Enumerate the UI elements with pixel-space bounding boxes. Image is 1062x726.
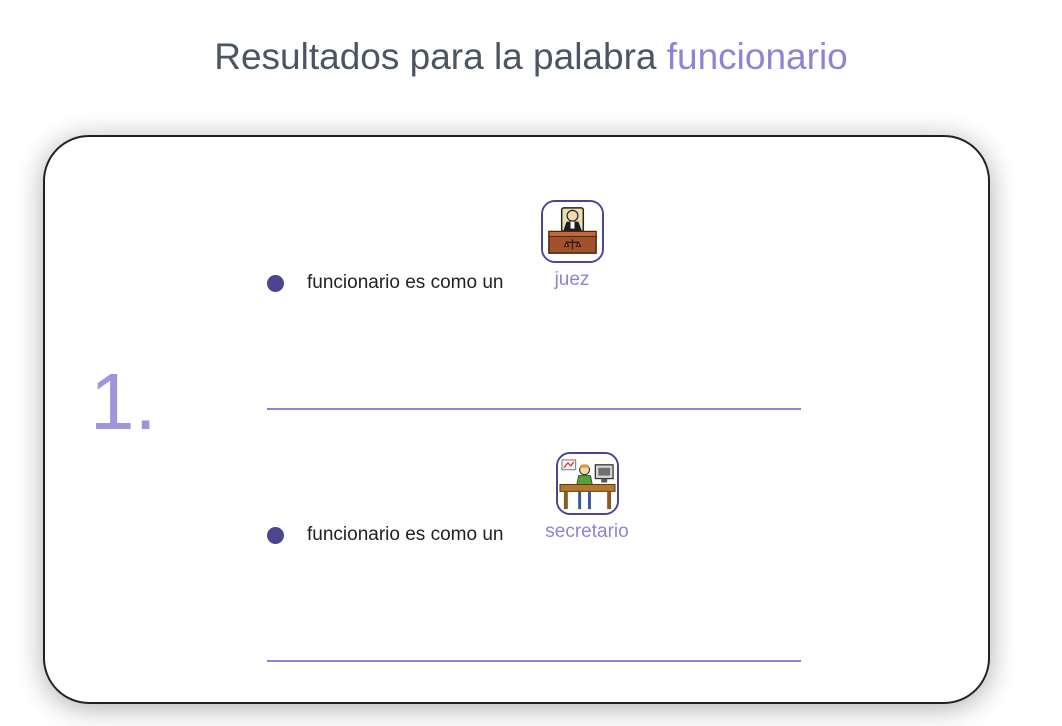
related-word-secretario[interactable]: secretario — [545, 521, 628, 543]
answer-line — [267, 408, 801, 410]
result-item-secretario: funcionario es como un secretario — [267, 452, 807, 662]
answer-line — [267, 660, 801, 662]
bullet-icon — [267, 275, 284, 292]
judge-icon[interactable] — [540, 200, 604, 263]
bullet-icon — [267, 527, 284, 544]
secretary-icon[interactable] — [555, 452, 619, 515]
item-sentence: funcionario es como un — [307, 524, 504, 545]
related-word-juez[interactable]: juez — [555, 269, 590, 291]
results-page: Resultados para la palabra funcionario 1… — [0, 0, 1062, 726]
title-prefix: Resultados para la palabra — [214, 36, 657, 77]
result-card: 1. funcionario es como un juez funcionar… — [43, 135, 990, 704]
related-word-link-juez[interactable]: juez — [537, 200, 607, 291]
page-title: Resultados para la palabra funcionario — [0, 36, 1062, 78]
search-word[interactable]: funcionario — [667, 36, 848, 77]
item-sentence: funcionario es como un — [307, 272, 504, 293]
related-word-link-secretario[interactable]: secretario — [532, 452, 642, 543]
result-number: 1. — [90, 357, 157, 446]
result-item-juez: funcionario es como un juez — [267, 200, 807, 410]
